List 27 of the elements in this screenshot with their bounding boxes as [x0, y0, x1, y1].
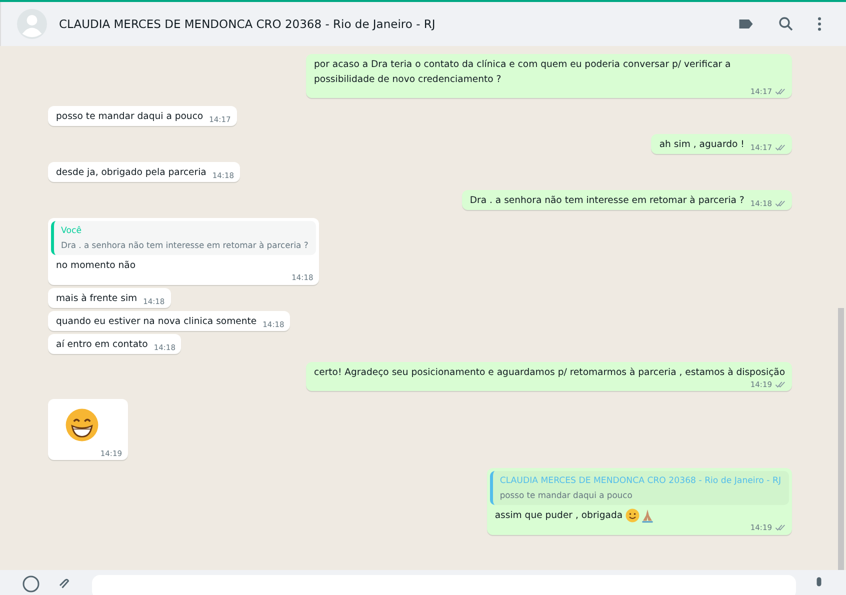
double-check-icon [775, 200, 786, 207]
message-text: posso te mandar daqui a pouco [56, 110, 204, 124]
double-check-icon [775, 381, 786, 388]
message-text: ah sim , aguardo ! [659, 138, 744, 152]
message-text: Dra . a senhora não tem interesse em retomar à parceria ? [470, 194, 744, 208]
message-text: mais à frente sim [56, 292, 138, 306]
search-icon[interactable] [777, 15, 795, 33]
quote-author: Você [61, 226, 82, 236]
message-text: quando eu estiver na nova clinica somente [56, 315, 257, 329]
quoted-message[interactable]: Você Dra . a senhora não tem interesse em retomar à parceria ? [51, 221, 316, 255]
message-text: por acaso a Dra teria o contato da clínica e com quem eu poderia conversar p/ verificar a possibilidade de novo credenciamento ? [314, 58, 732, 87]
quoted-message[interactable]: CLAUDIA MERCES DE MENDONCA CRO 20368 - Rio de Janeiro - RJ posso te mandar daqui a pouco [490, 471, 789, 505]
contact-name[interactable]: CLAUDIA MERCES DE MENDONCA CRO 20368 - Rio de Janeiro - RJ [59, 17, 436, 31]
double-check-icon [775, 524, 786, 531]
message-text: certo! Agradeço seu posicionamento e aguardamos p/ retomarmos à parceria , estamos à disposição [314, 366, 786, 380]
message-text: assim que puder , obrigada [494, 509, 623, 523]
scrollbar-thumb[interactable] [838, 308, 844, 570]
quote-text: Dra . a senhora não tem interesse em retomar à parceria ? [61, 240, 308, 250]
menu-icon[interactable] [817, 15, 822, 33]
double-check-icon [775, 144, 786, 151]
double-check-icon [775, 88, 786, 95]
quote-text: posso te mandar daqui a pouco [500, 490, 634, 500]
grinning-face-icon [64, 407, 100, 443]
message-text: desde ja, obrigado pela parceria [56, 166, 206, 180]
message-text: aí entro em contato [56, 338, 148, 352]
quote-author: CLAUDIA MERCES DE MENDONCA CRO 20368 - Rio de Janeiro - RJ [500, 476, 781, 486]
message-text: no momento não [56, 259, 136, 273]
